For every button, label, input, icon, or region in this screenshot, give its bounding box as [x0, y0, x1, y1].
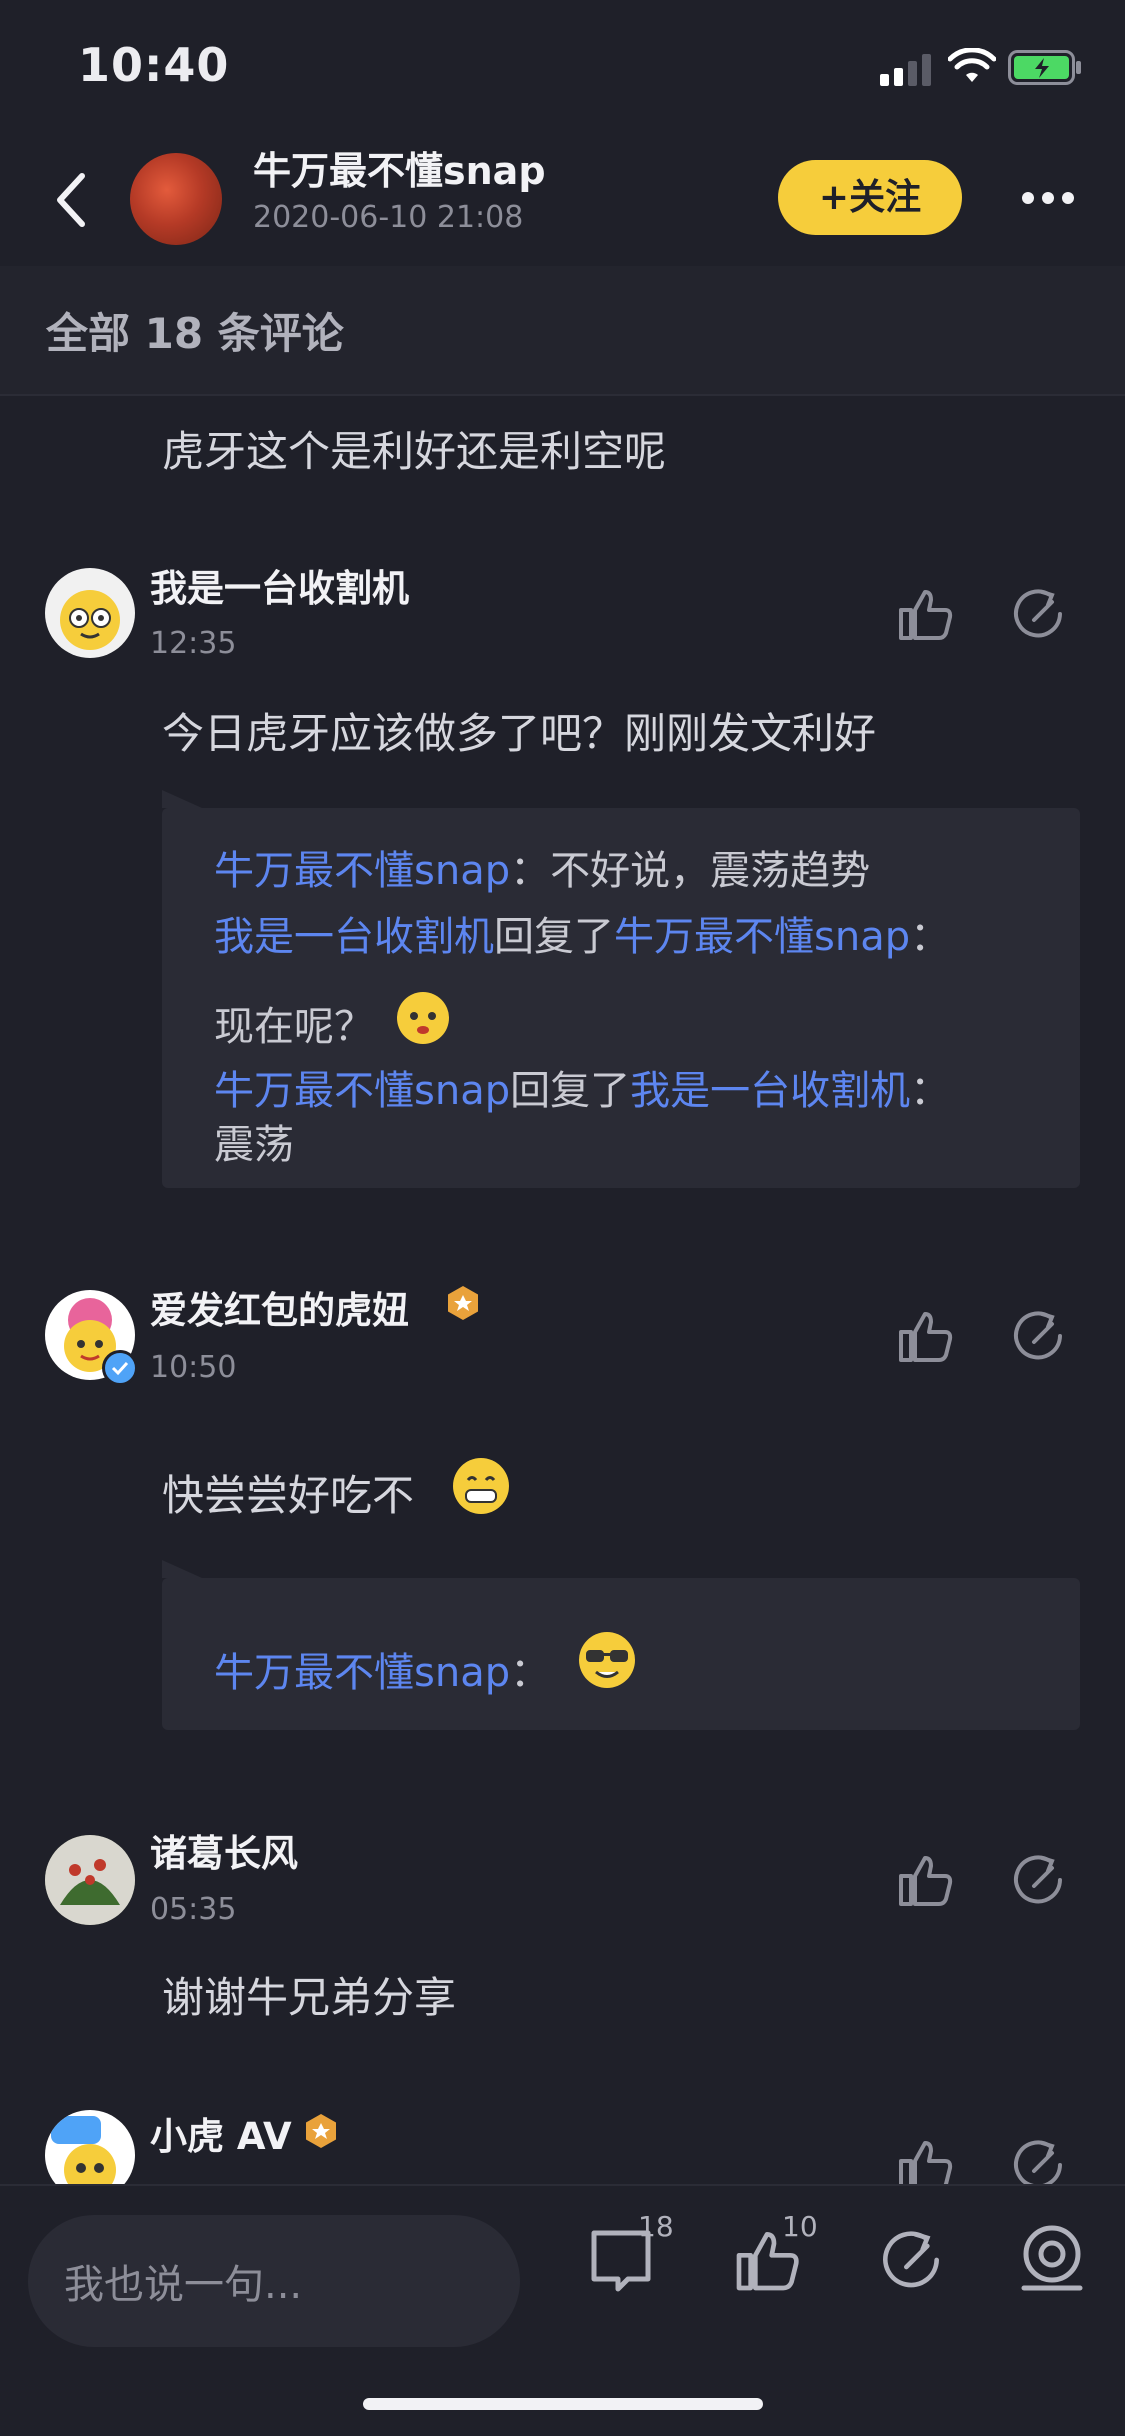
comment-input-placeholder[interactable]: 我也说一句...	[64, 2252, 302, 2310]
reply-line: 我是一台收割机回复了牛万最不懂snap：	[214, 914, 951, 960]
emoji-sticker	[397, 992, 449, 1044]
comment-text: 今日虎牙应该做多了吧？刚刚发文利好	[162, 709, 877, 758]
comment-text: 快尝尝好吃不	[162, 1471, 415, 1520]
status-time: 10:40	[78, 38, 230, 92]
emoji-sticker	[453, 1458, 509, 1514]
comment-count: 18	[638, 2210, 674, 2243]
level-badge-icon	[306, 2114, 336, 2148]
comment-time: 10:50	[150, 1350, 237, 1385]
comment-username[interactable]: 爱发红包的虎妞	[150, 1280, 409, 1334]
reply-line: 牛万最不懂snap回复了我是一台收割机：	[214, 1068, 951, 1114]
share-icon[interactable]	[1008, 1850, 1068, 1910]
reply-line: 牛万最不懂snap：不好说，震荡趋势	[214, 848, 871, 894]
reply-line: 牛万最不懂snap：	[214, 1650, 551, 1696]
comments-count: 全部 18 条评论	[46, 309, 344, 358]
thumbs-up-icon[interactable]	[895, 584, 955, 644]
verified-badge-icon	[102, 1350, 138, 1386]
share-icon[interactable]	[1008, 584, 1068, 644]
divider	[0, 394, 1125, 396]
avatar[interactable]	[45, 568, 135, 658]
level-badge-icon	[448, 1286, 478, 1320]
reply-line: 现在呢？	[214, 1004, 374, 1050]
reply-author-link[interactable]: 牛万最不懂snap	[214, 1650, 510, 1696]
reply-target-link[interactable]: 我是一台收割机	[630, 1068, 910, 1114]
signal-icon	[880, 54, 931, 86]
reply-author-link[interactable]: 牛万最不懂snap	[214, 848, 510, 894]
follow-button[interactable]: +关注	[778, 160, 962, 235]
comment-username[interactable]: 诸葛长风	[150, 1823, 298, 1877]
home-indicator[interactable]	[363, 2398, 763, 2410]
author-name[interactable]: 牛万最不懂snap	[253, 140, 546, 195]
share-icon[interactable]	[876, 2225, 946, 2295]
comment-username[interactable]: 我是一台收割机	[150, 558, 409, 612]
author-avatar[interactable]	[130, 153, 222, 245]
like-count: 10	[782, 2210, 818, 2243]
comment-text: 谢谢牛兄弟分享	[162, 1973, 457, 2022]
avatar[interactable]	[45, 1835, 135, 1925]
camera-icon[interactable]	[1016, 2222, 1088, 2294]
share-icon[interactable]	[1008, 1306, 1068, 1366]
battery-icon	[1008, 50, 1081, 85]
reply-box: 牛万最不懂snap：	[162, 1560, 1080, 1730]
wifi-icon	[948, 48, 996, 82]
comment-text: 虎牙这个是利好还是利空呢	[162, 427, 667, 476]
reply-target-link[interactable]: 牛万最不懂snap	[614, 914, 910, 960]
back-icon[interactable]	[52, 172, 88, 228]
comment-time: 12:35	[150, 626, 237, 661]
reply-author-link[interactable]: 牛万最不懂snap	[214, 1068, 510, 1114]
comment-username[interactable]: 小虎 AV	[150, 2106, 292, 2160]
reply-author-link[interactable]: 我是一台收割机	[214, 914, 494, 960]
emoji-sticker	[579, 1632, 635, 1688]
thumbs-up-icon[interactable]	[895, 1850, 955, 1910]
comment-time: 05:35	[150, 1892, 237, 1927]
thumbs-up-icon[interactable]	[895, 1306, 955, 1366]
reply-line: 震荡	[214, 1122, 294, 1168]
reply-box: 牛万最不懂snap：不好说，震荡趋势 我是一台收割机回复了牛万最不懂snap： …	[162, 790, 1080, 1188]
divider	[0, 2184, 1125, 2186]
more-icon[interactable]	[1020, 188, 1076, 208]
post-date: 2020-06-10 21:08	[253, 200, 524, 235]
